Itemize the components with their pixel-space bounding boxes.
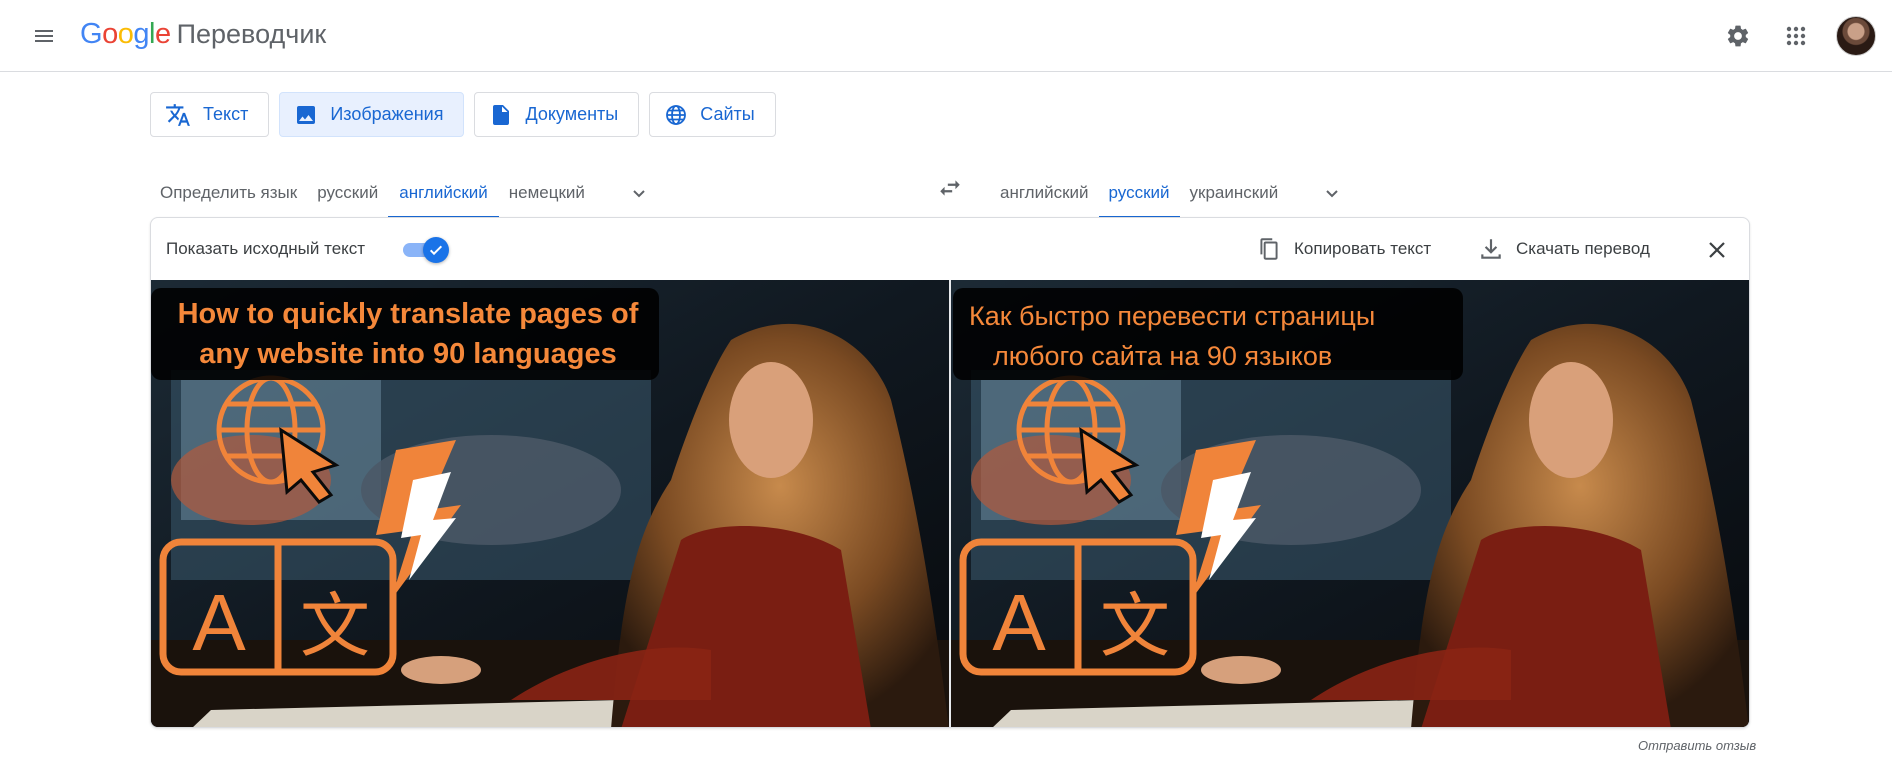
copy-text-label: Копировать текст [1294,239,1432,258]
tab-sites[interactable]: Сайты [649,92,776,137]
target-lang-1[interactable]: английский [980,168,1099,218]
target-lang-2[interactable]: русский [1098,168,1180,218]
source-language-bar: Определить язык русский английский немец… [150,168,659,218]
copy-text-button[interactable]: Копировать текст [1256,233,1431,265]
toggle-knob [423,237,449,263]
cjk-letter-glyph: 文 [1100,585,1170,667]
gear-icon [1727,25,1749,47]
download-translation-button[interactable]: Скачать перевод [1478,233,1650,265]
show-source-label: Показать исходный текст [166,239,366,258]
translated-caption: Как быстро перевести страницы любого сай… [953,288,1463,380]
swap-arrows-icon [940,180,960,196]
source-lang-1[interactable]: русский [307,168,388,218]
latin-letter-glyph: A [192,578,246,667]
latin-letter-glyph: A [992,578,1046,667]
card-toolbar: Показать исходный текст Копировать текст… [151,218,1749,280]
source-image: A 文 How to quickly translate pages of an… [151,280,949,727]
swap-languages-button[interactable] [930,168,970,208]
main-menu-button[interactable] [26,18,62,54]
target-lang-3[interactable]: украинский [1180,168,1289,218]
target-language-bar: английский русский украинский [980,168,1352,218]
account-avatar[interactable] [1836,16,1876,56]
source-caption-line-1: How to quickly translate pages of [177,298,639,330]
globe-icon [666,104,687,125]
top-app-bar: Google Переводчик [0,0,1892,72]
tab-text[interactable]: Текст [150,92,270,137]
check-icon [429,245,443,256]
google-apps-button[interactable] [1772,12,1820,60]
source-caption-line-2: any website into 90 languages [199,338,617,370]
tab-text-label: Текст [203,104,249,124]
tab-documents[interactable]: Документы [474,92,640,137]
download-icon [1481,239,1501,259]
tab-documents-label: Документы [525,104,619,124]
hamburger-menu-icon [35,30,53,42]
image-translation-card: Показать исходный текст Копировать текст… [150,217,1750,728]
translated-caption-line-1: Как быстро перевести страницы [969,301,1376,331]
settings-button[interactable] [1714,12,1762,60]
source-more-languages-button[interactable] [619,173,659,213]
translated-caption-line-2: любого сайта на 90 языков [993,341,1333,371]
close-icon [1709,242,1725,258]
source-lang-2[interactable]: английский [388,168,499,218]
tab-images-label: Изображения [330,104,444,124]
source-lang-3[interactable]: немецкий [499,168,595,218]
tab-sites-label: Сайты [700,104,755,124]
translated-image: A 文 Как быстро перевести страницы любого… [951,280,1749,727]
translate-icon [166,103,190,126]
google-wordmark: Google [80,17,171,50]
image-icon [297,105,316,124]
chevron-down-icon [1326,190,1338,198]
source-lang-detect[interactable]: Определить язык [150,168,307,218]
app-logo[interactable]: Google Переводчик [80,14,326,54]
copy-icon [1260,238,1278,260]
cjk-letter-glyph: 文 [300,585,370,667]
chevron-down-icon [633,190,645,198]
document-icon [493,104,510,125]
app-name: Переводчик [176,18,327,49]
tab-images[interactable]: Изображения [279,92,465,137]
download-label: Скачать перевод [1516,239,1650,258]
send-feedback-link[interactable]: Отправить отзыв [1638,738,1756,753]
target-more-languages-button[interactable] [1312,173,1352,213]
show-source-toggle[interactable] [403,237,449,263]
source-caption: How to quickly translate pages of any we… [151,288,659,380]
mode-tabs: Текст Изображения Документы Сайты [150,92,776,137]
apps-grid-icon [1786,26,1806,46]
close-button[interactable] [1699,232,1735,268]
